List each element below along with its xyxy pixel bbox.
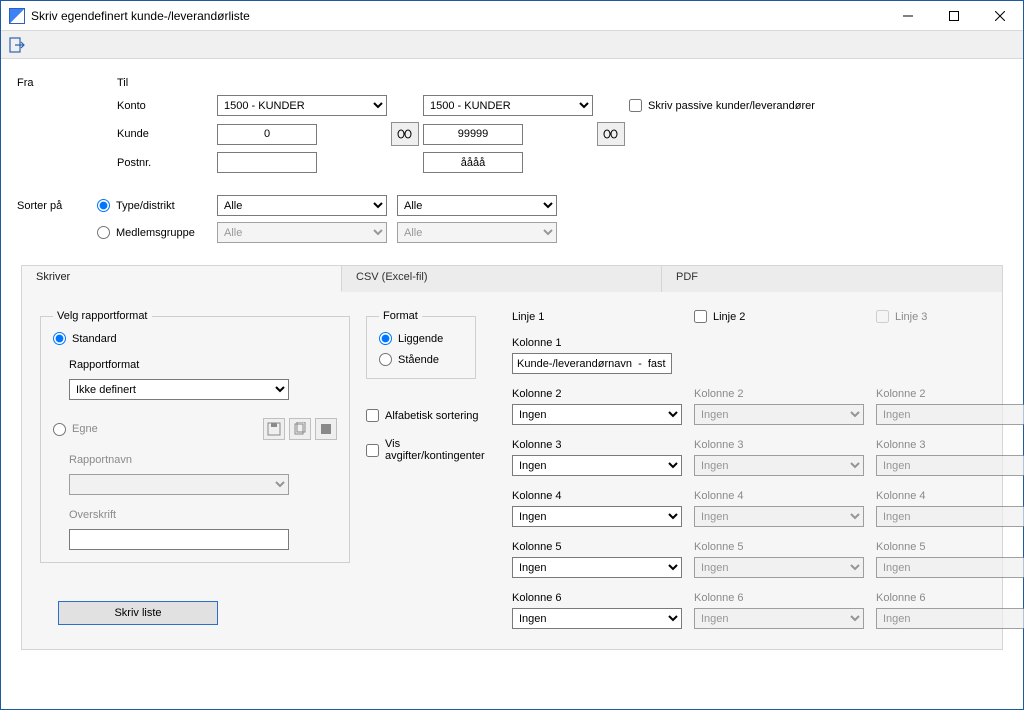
postnr-label: Postnr. [117, 157, 217, 169]
copy-icon [289, 418, 311, 440]
l2-kol4-select: Ingen [694, 506, 864, 527]
rapportnavn-label: Rapportnavn [69, 454, 337, 466]
kunde-from-search-icon[interactable] [391, 122, 419, 146]
delete-icon [315, 418, 337, 440]
passive-checkbox-input[interactable] [629, 99, 642, 112]
window-title: Skriv egendefinert kunde-/leverandørlist… [31, 9, 250, 23]
kunde-from-input[interactable] [217, 124, 317, 145]
overskrift-label: Overskrift [69, 509, 337, 521]
l1-kol3-select[interactable]: Ingen [512, 455, 682, 476]
maximize-button[interactable] [931, 1, 977, 31]
report-format-legend: Velg rapportformat [53, 310, 152, 322]
to-header: Til [117, 77, 217, 89]
medlem-from-select: Alle [217, 222, 387, 243]
l1-kol4-label: Kolonne 4 [512, 490, 682, 502]
kunde-to-search-icon[interactable] [597, 122, 625, 146]
report-format-group: Velg rapportformat Standard Rapportforma… [40, 310, 350, 563]
l1-kol2-select[interactable]: Ingen [512, 404, 682, 425]
app-icon [9, 8, 25, 24]
l1-kol1-label: Kolonne 1 [512, 337, 682, 349]
alfabetisk-checkbox[interactable]: Alfabetisk sortering [366, 409, 496, 422]
type-from-select[interactable]: Alle [217, 195, 387, 216]
l2-kol5-select: Ingen [694, 557, 864, 578]
type-to-select[interactable]: Alle [397, 195, 557, 216]
l2-kol3-label: Kolonne 3 [694, 439, 864, 451]
l3-kol4-label: Kolonne 4 [876, 490, 1024, 502]
l1-kol3-label: Kolonne 3 [512, 439, 682, 451]
l2-kol5-label: Kolonne 5 [694, 541, 864, 553]
sort-label: Sorter på [17, 200, 97, 212]
l2-kol6-label: Kolonne 6 [694, 592, 864, 604]
tabbar: Skriver CSV (Excel-fil) PDF [22, 266, 1002, 292]
format-group: Format Liggende Stående [366, 310, 476, 379]
postnr-to-input[interactable] [423, 152, 523, 173]
l3-kol3-select: Ingen [876, 455, 1024, 476]
linje3-checkbox: Linje 3 [876, 310, 1024, 323]
konto-to-select[interactable]: 1500 - KUNDER [423, 95, 593, 116]
sort-medlem-radio[interactable]: Medlemsgruppe [97, 226, 217, 239]
l2-kol4-label: Kolonne 4 [694, 490, 864, 502]
passive-checkbox-label: Skriv passive kunder/leverandører [648, 100, 815, 112]
close-button[interactable] [977, 1, 1023, 31]
titlebar: Skriv egendefinert kunde-/leverandørlist… [1, 1, 1023, 31]
l3-kol2-label: Kolonne 2 [876, 388, 1024, 400]
rapportnavn-select [69, 474, 289, 495]
l1-kol1-value [512, 353, 672, 374]
format-legend: Format [379, 310, 422, 322]
toolbar [1, 31, 1023, 59]
egne-radio[interactable]: Egne [53, 423, 98, 436]
l3-kol6-label: Kolonne 6 [876, 592, 1024, 604]
l3-kol5-select: Ingen [876, 557, 1024, 578]
l1-kol6-label: Kolonne 6 [512, 592, 682, 604]
l3-kol6-select: Ingen [876, 608, 1024, 629]
tab-skriver[interactable]: Skriver [22, 266, 342, 292]
tab-pdf[interactable]: PDF [662, 266, 1002, 292]
print-button[interactable]: Skriv liste [58, 601, 218, 625]
postnr-from-input[interactable] [217, 152, 317, 173]
konto-label: Konto [117, 100, 217, 112]
save-icon [263, 418, 285, 440]
l3-kol3-label: Kolonne 3 [876, 439, 1024, 451]
rapportformat-label: Rapportformat [69, 359, 337, 371]
minimize-button[interactable] [885, 1, 931, 31]
staende-radio[interactable]: Stående [379, 353, 463, 366]
from-header: Fra [17, 77, 117, 89]
exit-icon[interactable] [5, 34, 29, 56]
l1-kol5-select[interactable]: Ingen [512, 557, 682, 578]
kunde-to-input[interactable] [423, 124, 523, 145]
l1-kol5-label: Kolonne 5 [512, 541, 682, 553]
passive-checkbox[interactable]: Skriv passive kunder/leverandører [629, 99, 929, 112]
linje1-header: Linje 1 [512, 310, 682, 323]
tab-csv[interactable]: CSV (Excel-fil) [342, 266, 662, 292]
l3-kol4-select: Ingen [876, 506, 1024, 527]
l2-kol2-label: Kolonne 2 [694, 388, 864, 400]
l1-kol4-select[interactable]: Ingen [512, 506, 682, 527]
avgifter-checkbox[interactable]: Vis avgifter/kontingenter [366, 438, 496, 462]
linje-grid: Linje 1 Linje 2 Linje 3 Kolonne 1 Kolonn… [512, 310, 1024, 629]
rapportformat-select[interactable]: Ikke definert [69, 379, 289, 400]
linje2-checkbox[interactable]: Linje 2 [694, 310, 864, 323]
l2-kol2-select: Ingen [694, 404, 864, 425]
filter-grid: Fra Til Konto 1500 - KUNDER 1500 - KUNDE… [17, 77, 1007, 173]
l2-kol3-select: Ingen [694, 455, 864, 476]
sort-grid: Sorter på Type/distrikt Alle Alle Medlem… [17, 195, 1007, 243]
medlem-to-select: Alle [397, 222, 557, 243]
kunde-label: Kunde [117, 128, 217, 140]
l1-kol2-label: Kolonne 2 [512, 388, 682, 400]
l3-kol2-select: Ingen [876, 404, 1024, 425]
l2-kol6-select: Ingen [694, 608, 864, 629]
sort-type-radio[interactable]: Type/distrikt [97, 199, 217, 212]
l3-kol5-label: Kolonne 5 [876, 541, 1024, 553]
output-panel: Skriver CSV (Excel-fil) PDF Velg rapport… [21, 265, 1003, 650]
standard-radio[interactable]: Standard [53, 332, 337, 345]
liggende-radio[interactable]: Liggende [379, 332, 463, 345]
konto-from-select[interactable]: 1500 - KUNDER [217, 95, 387, 116]
overskrift-input [69, 529, 289, 550]
l1-kol6-select[interactable]: Ingen [512, 608, 682, 629]
